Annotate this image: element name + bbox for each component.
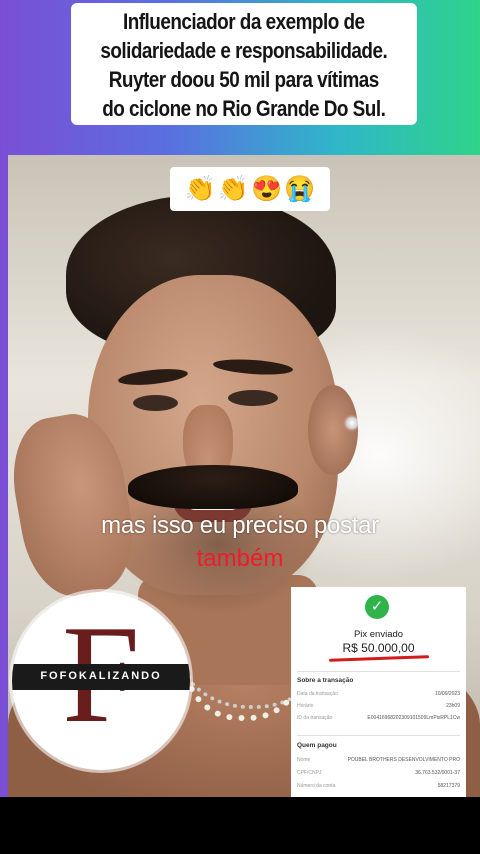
headline-box: Influenciador da exemplo de solidariedad…: [71, 3, 417, 125]
divider: [297, 735, 460, 736]
receipt-section-title: Quem pagou: [297, 742, 337, 749]
receipt-row-label: ID da transação: [297, 715, 333, 721]
headline-line: Influenciador da exemplo de: [123, 9, 365, 34]
mustache: [128, 465, 298, 509]
headline-line: Ruyter doou 50 mil para vítimas: [108, 67, 380, 92]
receipt-row-value: E00416968202309101509LmPixRPL1Cw: [367, 715, 460, 721]
receipt-row-value: POUBEL BROTHERS DESENVOLVIMENTO PRO: [347, 757, 460, 763]
logo-brand-text: FOFOKALIZANDO: [40, 670, 162, 682]
receipt-row-value: 58217379: [437, 783, 460, 789]
caption-line-1: mas isso eu preciso postar: [101, 512, 379, 539]
receipt-row-value: 23h09: [446, 703, 460, 709]
earring: [346, 417, 358, 429]
receipt-row-label: Número da conta: [297, 783, 336, 789]
headline-line: solidariedade e responsabilidade.: [100, 38, 388, 63]
right-eye: [228, 390, 278, 406]
receipt-status: Pix enviado: [353, 629, 404, 640]
divider: [297, 671, 460, 672]
receipt-row-label: CPF/CNPJ: [297, 770, 322, 776]
receipt-amount: R$ 50.000,00: [342, 641, 415, 655]
receipt-row-value: 36.763.532/0001-37: [415, 770, 460, 776]
pix-receipt: ✓ Pix enviado R$ 50.000,00 Sobre a trans…: [291, 587, 466, 797]
headline-line: do ciclone no Rio Grande Do Sul.: [102, 96, 386, 121]
clapping-hands-emoji: 👏: [217, 174, 249, 203]
clapping-hands-emoji: 👏: [184, 174, 216, 203]
left-eye: [133, 395, 178, 411]
receipt-row-label: Data da transação: [297, 691, 338, 697]
headline-overlay: Influenciador da exemplo de solidariedad…: [44, 3, 444, 125]
crying-face-emoji: 😭: [284, 174, 316, 203]
receipt-row-label: Horário: [297, 703, 314, 709]
receipt-row-label: Nome: [297, 757, 311, 763]
receipt-section-title: Sobre a transação: [297, 677, 354, 684]
emoji-row: 👏 👏 😍 😭: [170, 167, 330, 211]
ear: [308, 385, 358, 475]
video-frame: Influenciador da exemplo de solidariedad…: [0, 0, 480, 797]
channel-logo: F FOFOKALIZANDO: [12, 592, 190, 770]
red-underline: [328, 655, 430, 662]
checkmark-icon: ✓: [365, 595, 389, 619]
heart-eyes-emoji: 😍: [251, 174, 283, 203]
caption-line-2: também: [196, 545, 284, 572]
receipt-row-value: 10/09/2023: [434, 691, 460, 697]
